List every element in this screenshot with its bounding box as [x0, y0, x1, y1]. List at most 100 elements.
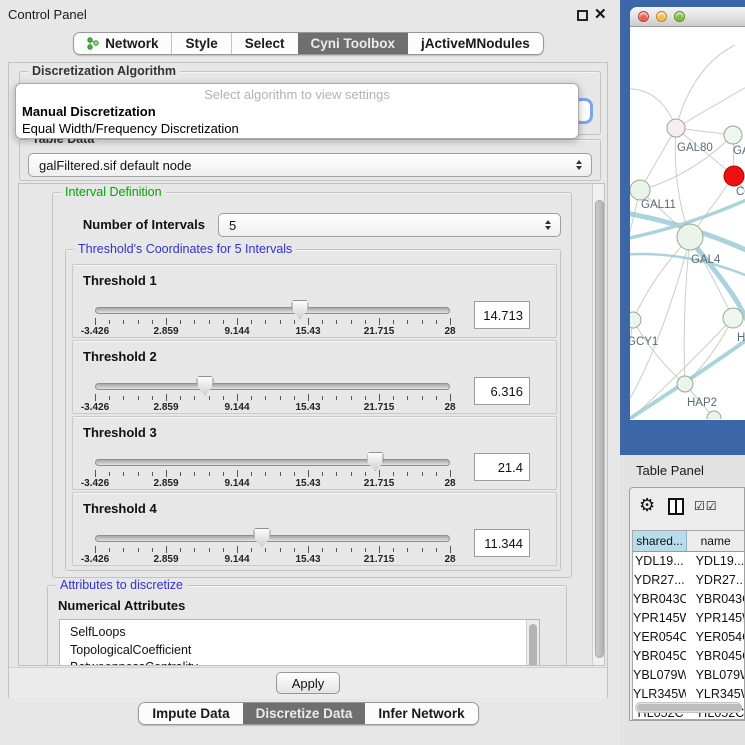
cell-name: YDL19... — [686, 552, 744, 571]
attributes-list-scrollbar[interactable] — [526, 620, 539, 666]
threshold-1-slider[interactable]: -3.4262.8599.14415.4321.71528 — [95, 265, 450, 339]
gear-icon[interactable]: ⚙ — [639, 495, 655, 516]
cell-name: YBR043C — [686, 590, 744, 609]
tick-mark — [152, 396, 153, 400]
cell-shared-name: YER054C — [633, 628, 686, 647]
tick-mark — [209, 472, 210, 476]
tick-mark — [109, 472, 110, 476]
tick-mark — [436, 320, 437, 324]
tick-mark — [407, 548, 408, 552]
tab-jactivemnodules[interactable]: jActiveMNodules — [408, 33, 543, 54]
thresholds-group-title: Threshold's Coordinates for 5 Intervals — [74, 242, 296, 257]
slider-thumb[interactable] — [367, 452, 384, 471]
table-row[interactable]: YDL19...YDL19... — [633, 552, 744, 571]
spinner-arrows-icon — [576, 160, 582, 170]
numerical-attributes-list[interactable]: SelfLoopsTopologicalCoefficientBetweenne… — [59, 619, 540, 666]
tab-discretize-data[interactable]: Discretize Data — [243, 703, 366, 724]
threshold-panel-3: Threshold 3-3.4262.8599.14415.4321.71528 — [72, 416, 557, 490]
table-horizontal-scrollbar[interactable] — [635, 702, 742, 713]
threshold-panel-4: Threshold 4-3.4262.8599.14415.4321.71528 — [72, 492, 557, 566]
tick-mark — [393, 472, 394, 476]
scrollbar-thumb[interactable] — [595, 200, 604, 658]
slider-track[interactable] — [95, 535, 450, 542]
table-row[interactable]: YDR27...YDR27... — [633, 571, 744, 590]
scrollbar-thumb[interactable] — [637, 704, 742, 711]
tab-impute-data[interactable]: Impute Data — [139, 703, 242, 724]
slider-thumb[interactable] — [291, 300, 308, 319]
network-canvas[interactable]: GAL80 GA C GAL11 GAL4 GCY1 H HAP2 — [630, 27, 745, 419]
threshold-2-slider[interactable]: -3.4262.8599.14415.4321.71528 — [95, 341, 450, 415]
tick-label: 9.144 — [224, 326, 249, 337]
table-row[interactable]: YPR145WYPR145W — [633, 609, 744, 628]
tab-cyni-toolbox[interactable]: Cyni Toolbox — [298, 33, 409, 54]
table-data-combobox[interactable]: galFiltered.sif default node — [28, 153, 592, 177]
dropdown-item-equal-width-frequency[interactable]: Equal Width/Frequency Discretization — [22, 121, 239, 136]
attribute-list-item[interactable]: SelfLoops — [60, 624, 539, 642]
tick-mark — [450, 546, 451, 553]
table-row[interactable]: YBL079WYBL079W — [633, 666, 744, 685]
threshold-4-slider[interactable]: -3.4262.8599.14415.4321.71528 — [95, 493, 450, 567]
tick-mark — [180, 548, 181, 552]
thresholds-group: Threshold's Coordinates for 5 Intervals … — [65, 249, 561, 571]
slider-track[interactable] — [95, 383, 450, 390]
minimize-traffic-light-icon[interactable] — [656, 11, 667, 22]
select-columns-icon[interactable]: ☑☑ — [694, 499, 718, 513]
node-label: GCY1 — [630, 336, 658, 348]
tick-mark — [308, 470, 309, 477]
tick-mark — [322, 396, 323, 400]
tab-style[interactable]: Style — [171, 33, 230, 54]
tick-mark — [450, 318, 451, 325]
zoom-traffic-light-icon[interactable] — [674, 11, 685, 22]
split-columns-icon[interactable] — [668, 498, 684, 515]
slider-thumb[interactable] — [253, 528, 270, 547]
attribute-list-item[interactable]: TopologicalCoefficient — [60, 642, 539, 660]
slider-tick-labels: -3.4262.8599.14415.4321.71528 — [95, 326, 450, 338]
column-header-name[interactable]: name — [687, 531, 744, 551]
discretization-algorithm-title: Discretization Algorithm — [28, 64, 180, 79]
tick-mark — [109, 396, 110, 400]
tick-mark — [280, 548, 281, 552]
threshold-2-value-field[interactable] — [474, 377, 530, 405]
tick-mark — [393, 320, 394, 324]
tick-mark — [223, 396, 224, 400]
float-panel-icon[interactable] — [577, 10, 588, 21]
tick-mark — [194, 320, 195, 324]
tick-mark — [393, 396, 394, 400]
cell-shared-name: YBR043C — [633, 590, 686, 609]
dropdown-prompt-item: Select algorithm to view settings — [16, 87, 578, 102]
tick-mark — [138, 548, 139, 552]
threshold-1-value-field[interactable] — [474, 301, 530, 329]
tick-mark — [265, 320, 266, 324]
tick-mark — [223, 320, 224, 324]
slider-track[interactable] — [95, 459, 450, 466]
tab-select[interactable]: Select — [231, 33, 298, 54]
threshold-3-slider[interactable]: -3.4262.8599.14415.4321.71528 — [95, 417, 450, 491]
tab-infer-network[interactable]: Infer Network — [365, 703, 477, 724]
number-of-intervals-combobox[interactable]: 5 — [218, 213, 561, 237]
column-header-shared-name[interactable]: shared... — [633, 531, 687, 551]
control-panel-tabs: NetworkStyleSelectCyni ToolboxjActiveMNo… — [0, 32, 617, 55]
dropdown-item-manual-discretization[interactable]: Manual Discretization — [22, 104, 156, 119]
slider-track[interactable] — [95, 307, 450, 314]
tab-network[interactable]: Network — [74, 33, 171, 54]
slider-thumb[interactable] — [197, 376, 214, 395]
tick-label: 2.859 — [153, 478, 178, 489]
attribute-list-item[interactable]: BetweennessCentrality — [60, 659, 539, 666]
settings-vertical-scrollbar[interactable] — [592, 184, 605, 666]
tick-mark — [407, 472, 408, 476]
table-row[interactable]: YBR045CYBR045C — [633, 647, 744, 666]
number-of-intervals-value: 5 — [229, 218, 236, 233]
threshold-4-value-field[interactable] — [474, 529, 530, 557]
tick-label: 21.715 — [364, 478, 395, 489]
close-icon[interactable]: ✕ — [594, 5, 607, 23]
tick-mark — [194, 396, 195, 400]
tick-mark — [422, 320, 423, 324]
cell-name: YPR145W — [686, 609, 744, 628]
tick-mark — [209, 320, 210, 324]
apply-button[interactable]: Apply — [276, 672, 340, 694]
table-row[interactable]: YER054CYER054C — [633, 628, 744, 647]
close-traffic-light-icon[interactable] — [638, 11, 649, 22]
threshold-3-value-field[interactable] — [474, 453, 530, 481]
table-row[interactable]: YBR043CYBR043C — [633, 590, 744, 609]
tick-mark — [422, 548, 423, 552]
